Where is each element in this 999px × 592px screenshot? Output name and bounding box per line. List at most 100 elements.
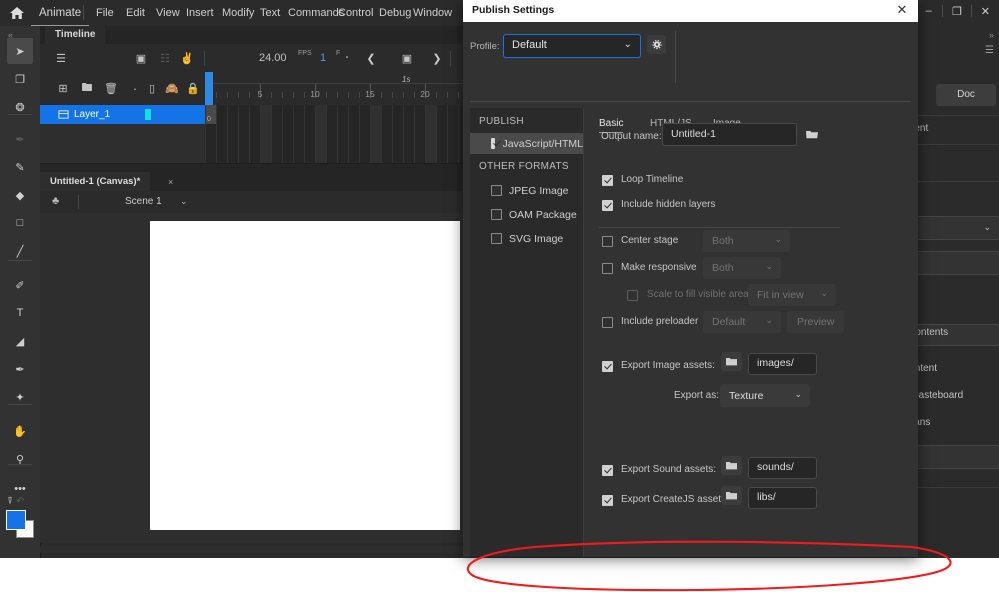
gear-icon[interactable]	[647, 35, 666, 54]
frame-cell[interactable]	[249, 105, 250, 163]
folder-icon[interactable]	[721, 352, 742, 371]
menu-window[interactable]: Window	[413, 5, 452, 21]
new-layer-icon[interactable]: ⊞	[55, 81, 71, 96]
app-close-button[interactable]: ✕	[972, 0, 999, 22]
frame-cell[interactable]	[293, 105, 294, 163]
next-frame-icon[interactable]: ❯	[428, 50, 446, 66]
sidebar-item-jpeg-image[interactable]: JPEG Image	[470, 180, 583, 201]
frame-group[interactable]	[425, 105, 436, 163]
frame-cell[interactable]	[205, 105, 206, 163]
fill-color-swatch[interactable]	[6, 510, 26, 530]
lock-layer-icon[interactable]: 🔒	[185, 81, 201, 96]
svg-image-checkbox[interactable]	[491, 233, 502, 244]
include-hidden-layers-checkbox[interactable]	[602, 200, 613, 211]
frame-cell[interactable]	[238, 105, 239, 163]
frame-cell[interactable]	[216, 105, 217, 163]
frame-cell[interactable]	[260, 105, 261, 163]
rig-icon[interactable]: ☷	[156, 50, 174, 66]
scene-name[interactable]: Scene 1	[125, 196, 162, 207]
rectangle-tool[interactable]: □	[7, 210, 33, 236]
frame-cell[interactable]	[436, 105, 437, 163]
frame-cell[interactable]	[392, 105, 393, 163]
pen-tool[interactable]: ✒	[7, 126, 33, 152]
eyedropper-tool[interactable]: ✒	[7, 356, 33, 382]
frame-cell[interactable]	[326, 105, 327, 163]
center-stage-checkbox[interactable]	[602, 236, 613, 247]
selection-tool[interactable]: ➤	[7, 38, 33, 64]
export-createjs-assets-checkbox[interactable]	[602, 495, 613, 506]
app-name[interactable]: Animate	[31, 5, 90, 26]
scene-icon[interactable]: ♣	[52, 195, 66, 209]
profile-select[interactable]: Default ⌄	[503, 34, 641, 58]
text-tool[interactable]: T	[7, 300, 33, 326]
hide-layer-icon[interactable]: 🙈	[164, 81, 180, 96]
layers-icon[interactable]: ☰	[52, 50, 70, 66]
include-preloader-select[interactable]: Default ⌄	[703, 311, 781, 333]
export-sound-assets-checkbox[interactable]	[602, 465, 613, 476]
javascript-html-checkbox[interactable]	[491, 138, 496, 149]
frame-group[interactable]	[260, 105, 271, 163]
frame-cell[interactable]	[414, 105, 415, 163]
stage-canvas[interactable]	[150, 221, 460, 530]
doc-button[interactable]: Doc	[936, 84, 996, 106]
frame-cell[interactable]	[337, 105, 338, 163]
dialog-close-button[interactable]: ✕	[895, 3, 909, 17]
current-frame-value[interactable]: 1	[320, 52, 326, 64]
home-icon[interactable]	[9, 5, 25, 21]
layer-name[interactable]: Layer_1	[74, 109, 110, 120]
frame-cell[interactable]	[304, 105, 305, 163]
menu-debug[interactable]: Debug	[379, 5, 411, 21]
panel-collapse-icon[interactable]: »	[989, 30, 994, 40]
more-tools[interactable]: •••	[7, 476, 33, 502]
export-as-select[interactable]: Texture ⌄	[720, 384, 810, 407]
preview-button[interactable]: Preview	[787, 311, 844, 333]
scale-to-fill-select[interactable]: Fit in view ⌄	[748, 284, 836, 306]
frame-cell[interactable]	[447, 105, 448, 163]
frame-cell[interactable]	[348, 105, 349, 163]
delete-layer-icon[interactable]: 🗑	[103, 81, 119, 96]
menu-file[interactable]: File	[96, 5, 114, 21]
frame-cell[interactable]	[359, 105, 360, 163]
menu-view[interactable]: View	[156, 5, 180, 21]
pencil-tool[interactable]: ✐	[7, 272, 33, 298]
make-responsive-checkbox[interactable]	[602, 263, 613, 274]
include-preloader-checkbox[interactable]	[602, 317, 613, 328]
chevron-down-icon[interactable]: ⌄	[180, 196, 188, 207]
dot-icon[interactable]: ·	[127, 81, 143, 96]
graph-icon[interactable]: ✌	[178, 50, 196, 66]
sidebar-item-javascript-html[interactable]: JavaScript/HTML	[470, 133, 583, 154]
minimize-button[interactable]: –	[915, 0, 942, 22]
eraser-tool[interactable]: ◆	[7, 182, 33, 208]
createjs-assets-path-input[interactable]: libs/	[748, 487, 817, 509]
panel-menu-icon[interactable]: ☰	[985, 45, 994, 56]
sidebar-item-svg-image[interactable]: SVG Image	[470, 228, 583, 249]
menu-control[interactable]: Control	[338, 5, 373, 21]
oam-package-checkbox[interactable]	[491, 209, 502, 220]
menu-modify[interactable]: Modify	[222, 5, 254, 21]
make-responsive-select[interactable]: Both ⌄	[703, 257, 781, 279]
menu-insert[interactable]: Insert	[186, 5, 214, 21]
frame-group[interactable]	[315, 105, 326, 163]
export-image-assets-checkbox[interactable]	[602, 361, 613, 372]
center-stage-select[interactable]: Both ⌄	[703, 230, 790, 252]
playhead[interactable]	[205, 72, 213, 105]
frame-group[interactable]	[370, 105, 381, 163]
frame-cell[interactable]	[271, 105, 272, 163]
prev-frame-icon[interactable]: ❮	[362, 50, 380, 66]
pin-tool[interactable]: ✦	[7, 384, 33, 410]
frame-cell[interactable]	[227, 105, 228, 163]
hand-tool[interactable]: ✋	[7, 418, 33, 444]
camera-icon[interactable]: ▣	[132, 50, 150, 66]
zoom-tool[interactable]: ⚲	[7, 446, 33, 472]
layer-row[interactable]: Layer_1	[40, 105, 205, 124]
menu-commands[interactable]: Commands	[288, 5, 344, 21]
lasso-tool[interactable]: ❂	[7, 94, 33, 120]
loop-timeline-checkbox[interactable]	[602, 175, 613, 186]
image-assets-path-input[interactable]: images/	[748, 353, 817, 375]
tab-untitled-1[interactable]: Untitled-1 (Canvas)*	[40, 172, 151, 191]
frame-cell-0[interactable]: 0	[205, 105, 216, 124]
frame-cell[interactable]	[425, 105, 426, 163]
frame-cell[interactable]	[381, 105, 382, 163]
frame-cell[interactable]	[282, 105, 283, 163]
folder-icon[interactable]	[721, 486, 742, 505]
